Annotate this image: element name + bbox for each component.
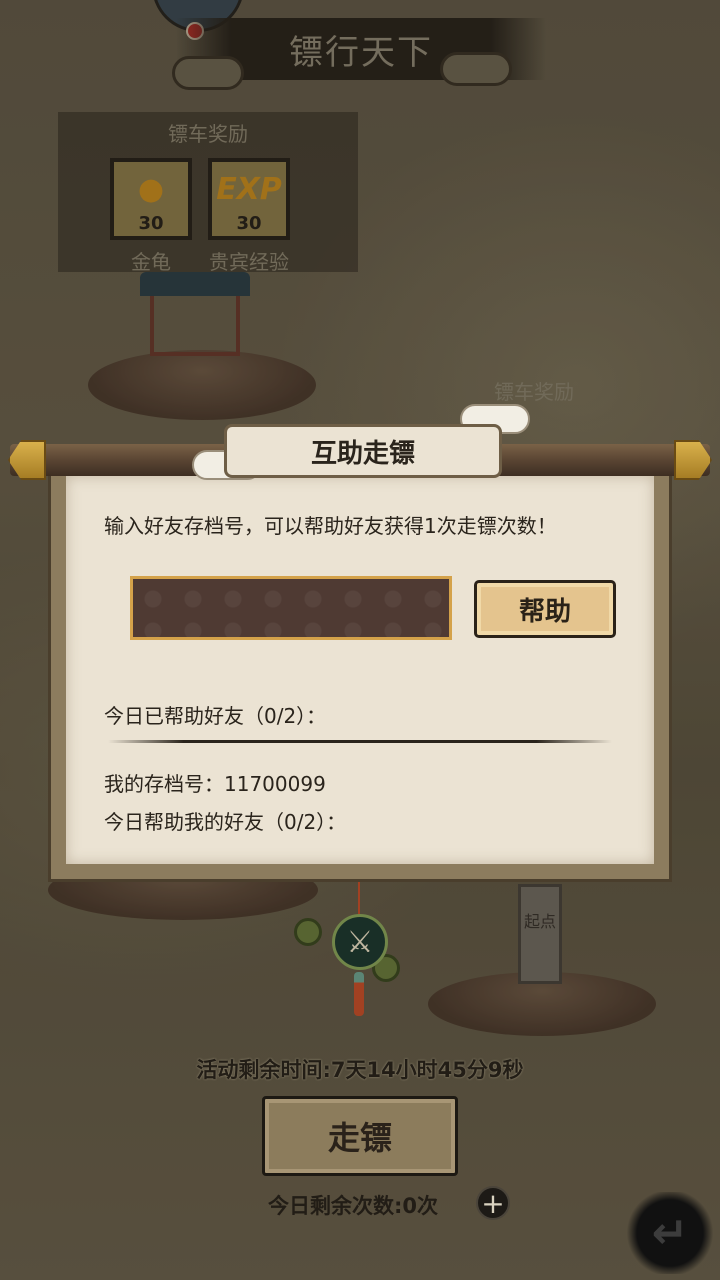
go-escort-label: 走镖 [327,1119,392,1157]
event-timer: 活动剩余时间:7天14小时45分9秒 [196,1058,524,1082]
help-button[interactable]: 帮助 [474,580,616,638]
back-arrow-icon[interactable]: ↵ [626,1192,714,1274]
help-button-label: 帮助 [518,596,571,627]
remaining-count: 今日剩余次数:0次 [268,1194,439,1218]
plus-icon[interactable]: + [476,1186,510,1220]
friends-helped-me-label: 今日帮助我的好友（0/2）： [104,810,347,834]
dialog-title: 互助走镖 [310,438,415,469]
divider [108,740,612,743]
go-escort-button[interactable]: 走镖 [262,1096,458,1176]
save-id-input[interactable] [130,576,452,640]
my-save-id: 我的存档号：11700099 [104,772,326,796]
dialog-description: 输入好友存档号，可以帮助好友获得1次走镖次数！ [104,514,557,538]
helped-today-label: 今日已帮助好友（0/2）： [104,704,327,728]
dialog-title-tab: 互助走镖 [224,424,502,478]
